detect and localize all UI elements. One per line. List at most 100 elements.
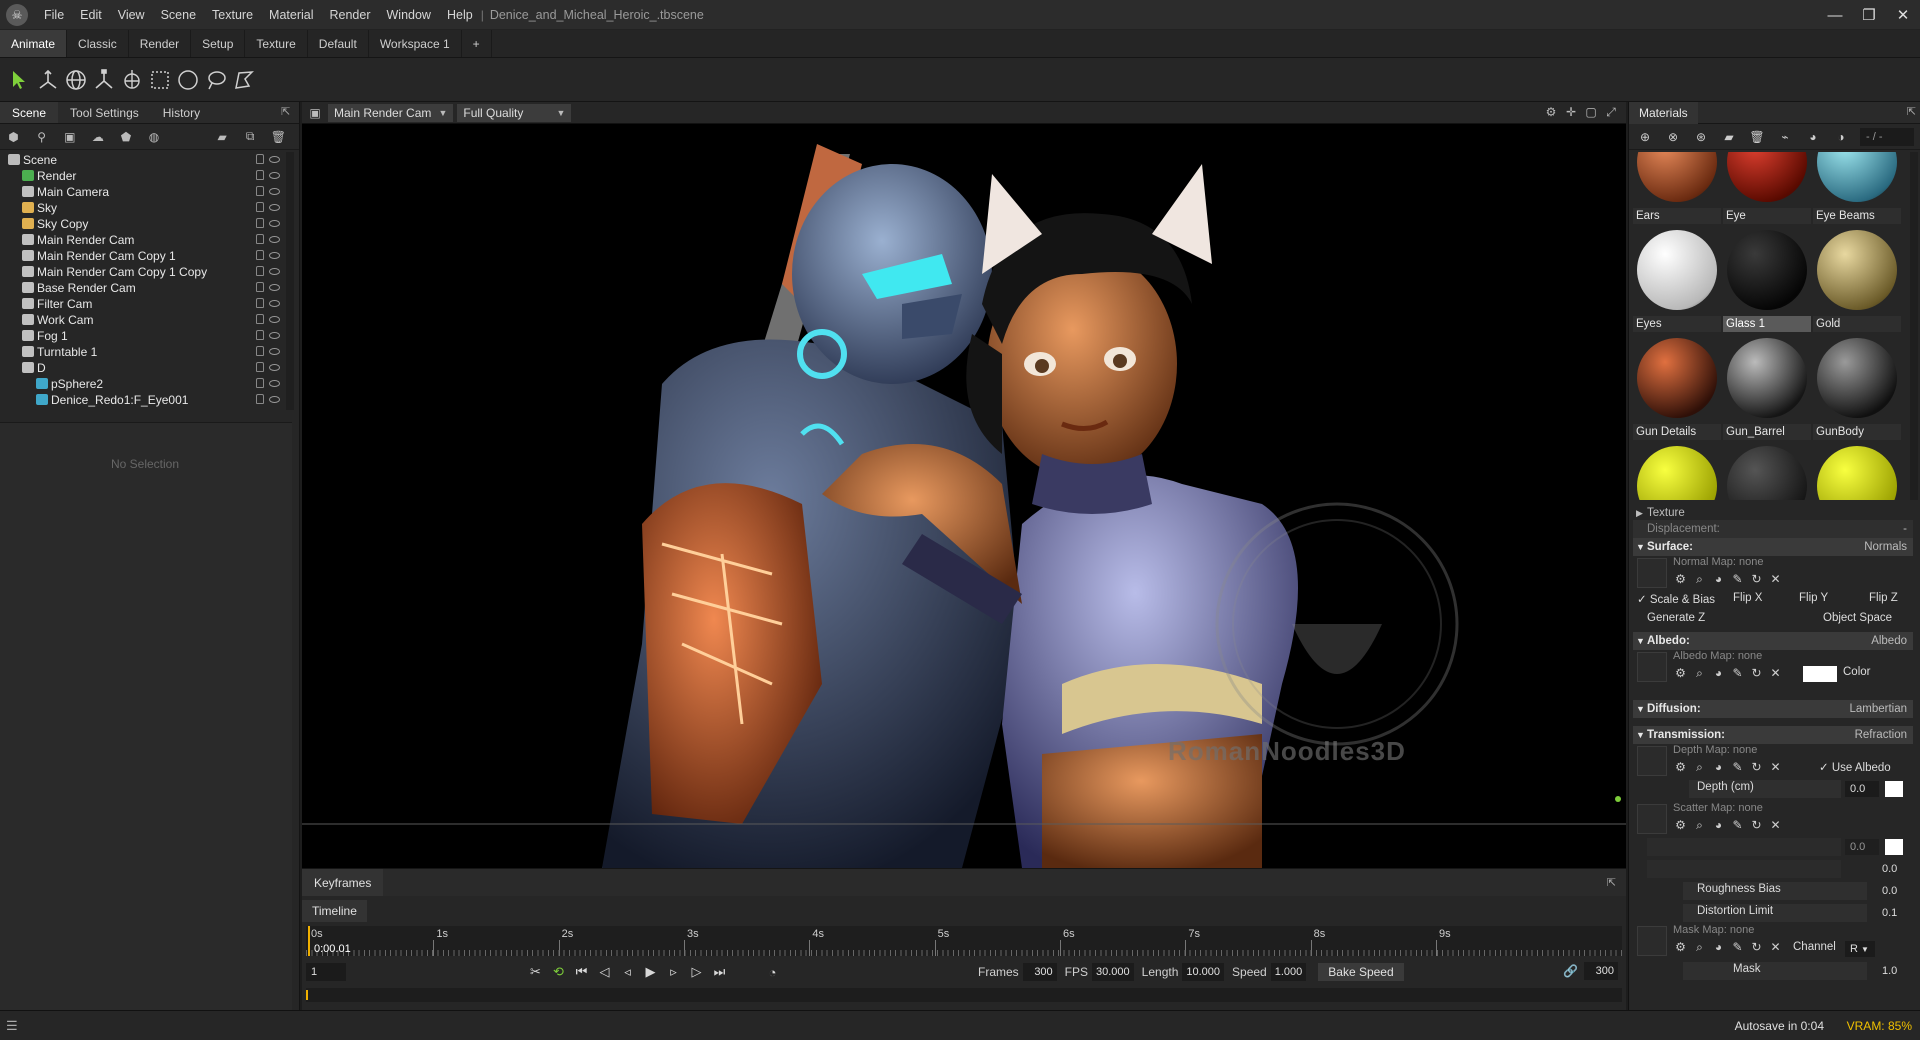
tab-animate[interactable]: Animate bbox=[0, 30, 68, 57]
step-forward-icon[interactable]: ▹ bbox=[662, 962, 685, 982]
material-swatch[interactable]: Gold bbox=[1813, 226, 1901, 332]
camera-icon[interactable]: ▣ bbox=[308, 106, 322, 120]
material-swatch[interactable]: Eyes bbox=[1633, 226, 1721, 332]
diffusion-header[interactable]: ▼ Diffusion: Lambertian bbox=[1633, 700, 1913, 718]
popout-icon[interactable]: ⇱ bbox=[281, 105, 295, 119]
tree-item[interactable]: Main Render Cam bbox=[0, 232, 290, 248]
visibility-icon[interactable] bbox=[269, 156, 280, 163]
log-icon[interactable]: ☰ bbox=[6, 1018, 18, 1034]
tab-history[interactable]: History bbox=[151, 102, 212, 123]
flip-y-checkbox[interactable]: Flip Y bbox=[1799, 592, 1828, 604]
gear-icon[interactable]: ⚙ bbox=[1671, 572, 1690, 588]
tree-item[interactable]: Render bbox=[0, 168, 290, 184]
brush-icon[interactable]: ✎ bbox=[1728, 818, 1747, 834]
circle-select-icon[interactable] bbox=[174, 66, 202, 94]
menu-scene[interactable]: Scene bbox=[153, 0, 204, 30]
tree-item[interactable]: Filter Cam bbox=[0, 296, 290, 312]
search-icon[interactable]: ⌕ bbox=[1690, 760, 1709, 776]
gear-icon[interactable]: ⚙ bbox=[1671, 818, 1690, 834]
add-workspace-button[interactable]: + bbox=[462, 30, 492, 57]
quality-select[interactable]: Full Quality ▼ bbox=[457, 103, 572, 122]
render-view[interactable]: RomanNoodles3D bbox=[302, 124, 1626, 868]
material-swatch[interactable] bbox=[1813, 442, 1901, 500]
current-frame-input[interactable]: 1 bbox=[306, 963, 346, 981]
material-swatch[interactable]: Gun_Barrel bbox=[1723, 334, 1811, 440]
material-swatch[interactable]: GunBody bbox=[1813, 334, 1901, 440]
material-swatch[interactable]: Eye bbox=[1723, 152, 1811, 224]
tab-default[interactable]: Default bbox=[308, 30, 369, 57]
add-light-icon[interactable]: ⚲ bbox=[34, 129, 49, 145]
play-icon[interactable]: ▶ bbox=[639, 962, 662, 982]
tab-classic[interactable]: Classic bbox=[67, 30, 129, 57]
menu-render[interactable]: Render bbox=[322, 0, 379, 30]
add-fog-icon[interactable]: ☁ bbox=[90, 129, 105, 145]
step-back-icon[interactable]: ◃ bbox=[616, 962, 639, 982]
mask-slider[interactable] bbox=[1683, 962, 1867, 980]
refresh-icon[interactable]: ↻ bbox=[1747, 572, 1766, 588]
visibility-icon[interactable] bbox=[269, 364, 280, 371]
visibility-icon[interactable] bbox=[269, 188, 280, 195]
popout-icon[interactable]: ⇱ bbox=[1607, 876, 1616, 889]
flip-z-checkbox[interactable]: Flip Z bbox=[1869, 592, 1898, 604]
speed-icon[interactable]: ◔ bbox=[761, 962, 784, 982]
diffusion-value[interactable]: Lambertian bbox=[1849, 700, 1907, 718]
frames-input[interactable]: 300 bbox=[1022, 963, 1057, 981]
lock-icon[interactable] bbox=[256, 378, 264, 388]
timeline-scrollbar[interactable] bbox=[306, 988, 1622, 1002]
scale-tool-icon[interactable] bbox=[90, 66, 118, 94]
channel-select[interactable]: R ▼ bbox=[1845, 941, 1875, 957]
normal-map-slot[interactable] bbox=[1637, 558, 1667, 588]
gear-icon[interactable]: ⚙ bbox=[1671, 760, 1690, 776]
brush-icon[interactable]: ✎ bbox=[1728, 666, 1747, 682]
add-turntable-icon[interactable]: ◍ bbox=[146, 129, 161, 145]
tab-texture[interactable]: Texture bbox=[245, 30, 308, 57]
pick-material-icon[interactable]: ◑ bbox=[1833, 129, 1849, 145]
search-icon[interactable]: ⌕ bbox=[1690, 666, 1709, 682]
menu-help[interactable]: Help bbox=[439, 0, 481, 30]
lock-icon[interactable] bbox=[256, 394, 264, 404]
visibility-icon[interactable] bbox=[269, 236, 280, 243]
timeline-ruler[interactable]: 0s 1s 2s 3s 4s 5s 6s 7s 8s 9s 0:00.01 bbox=[306, 926, 1622, 956]
close-icon[interactable]: ✕ bbox=[1886, 0, 1920, 30]
skip-to-end-icon[interactable]: ⏭ bbox=[708, 962, 731, 982]
tree-item[interactable]: Fog 1 bbox=[0, 328, 290, 344]
material-swatch[interactable]: Gun Details bbox=[1633, 334, 1721, 440]
frame-icon[interactable]: ▢ bbox=[1584, 105, 1598, 119]
tree-item[interactable]: Base Render Cam bbox=[0, 280, 290, 296]
lock-icon[interactable] bbox=[256, 154, 264, 164]
use-albedo-checkbox[interactable]: ✓ Use Albedo bbox=[1819, 760, 1891, 774]
visibility-icon[interactable] bbox=[269, 300, 280, 307]
materials-title[interactable]: Materials bbox=[1629, 101, 1698, 124]
popout-icon[interactable]: ⇱ bbox=[1907, 105, 1916, 118]
length-input[interactable]: 10.000 bbox=[1182, 963, 1225, 981]
material-swatch[interactable] bbox=[1723, 442, 1811, 500]
visibility-icon[interactable] bbox=[269, 396, 280, 403]
lock-icon[interactable] bbox=[256, 186, 264, 196]
end-frame-input[interactable]: 300 bbox=[1584, 962, 1618, 980]
lock-icon[interactable] bbox=[256, 330, 264, 340]
scatter-slider[interactable] bbox=[1647, 838, 1841, 856]
tab-setup[interactable]: Setup bbox=[191, 30, 246, 57]
material-swatch[interactable]: Glass 1 bbox=[1723, 226, 1811, 332]
add-camera-icon[interactable]: ▣ bbox=[62, 129, 77, 145]
albedo-map-slot[interactable] bbox=[1637, 652, 1667, 682]
search-icon[interactable]: ⌕ bbox=[1690, 572, 1709, 588]
refresh-icon[interactable]: ↻ bbox=[1747, 940, 1766, 956]
mask-input[interactable]: 1.0 bbox=[1877, 963, 1911, 979]
menu-file[interactable]: File bbox=[36, 0, 72, 30]
tree-item[interactable]: Work Cam bbox=[0, 312, 290, 328]
minimize-icon[interactable]: — bbox=[1818, 0, 1852, 30]
lock-icon[interactable] bbox=[256, 298, 264, 308]
tree-item[interactable]: Sky bbox=[0, 200, 290, 216]
refresh-icon[interactable]: ↻ bbox=[1747, 666, 1766, 682]
menu-edit[interactable]: Edit bbox=[72, 0, 110, 30]
depth-input[interactable]: 0.0 bbox=[1845, 781, 1879, 797]
tab-render[interactable]: Render bbox=[129, 30, 192, 57]
tree-item[interactable]: Main Render Cam Copy 1 bbox=[0, 248, 290, 264]
lock-icon[interactable] bbox=[256, 266, 264, 276]
tab-workspace-1[interactable]: Workspace 1 bbox=[369, 30, 462, 57]
restore-icon[interactable]: ❐ bbox=[1852, 0, 1886, 30]
folder-icon[interactable]: ▰ bbox=[1721, 129, 1737, 145]
paint-icon[interactable]: ◕ bbox=[1709, 760, 1728, 776]
paint-icon[interactable]: ◕ bbox=[1709, 666, 1728, 682]
